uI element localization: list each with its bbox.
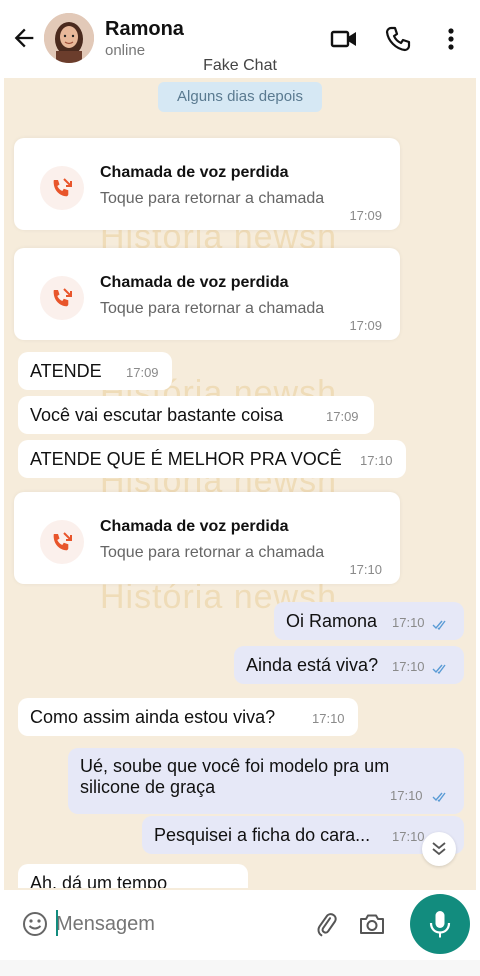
missed-call-subtitle: Toque para retornar a chamada: [100, 544, 325, 561]
double-check-icon: [432, 664, 446, 674]
emoji-icon[interactable]: [22, 911, 48, 937]
text-caret: [56, 910, 58, 936]
message-text: Ainda está viva?: [246, 655, 379, 675]
message-bubble-incoming[interactable]: Você vai escutar bastante coisa 17:09: [18, 396, 374, 434]
message-time: 17:09: [349, 318, 382, 333]
message-text: Você vai escutar bastante coisa: [30, 405, 284, 425]
message-time: 17:10: [360, 453, 393, 468]
missed-call-title: Chamada de voz perdida: [100, 518, 289, 535]
voice-message-button[interactable]: [410, 894, 470, 954]
day-separator: Alguns dias depois: [158, 82, 322, 112]
arrow-left-icon[interactable]: [10, 24, 38, 52]
double-chevron-down-icon: [432, 842, 446, 856]
message-bubble-incoming-partial[interactable]: Ah, dá um tempo: [18, 864, 248, 888]
more-vert-icon[interactable]: [436, 24, 466, 54]
message-text: Ué, soube que você foi modelo pra um: [80, 756, 390, 776]
message-bubble-incoming[interactable]: ATENDE 17:09: [18, 352, 172, 390]
missed-call-title: Chamada de voz perdida: [100, 274, 289, 291]
message-text: ATENDE QUE É MELHOR PRA VOCÊ: [30, 449, 342, 469]
double-check-icon: [432, 620, 446, 630]
message-text: ATENDE: [30, 361, 102, 381]
missed-call-subtitle: Toque para retornar a chamada: [100, 190, 325, 207]
message-time: 17:09: [349, 208, 382, 223]
message-time: 17:10: [349, 562, 382, 577]
double-check-icon: [432, 792, 446, 802]
avatar-photo: [44, 13, 94, 63]
voice-call-icon[interactable]: [383, 24, 413, 54]
missed-call-badge: [40, 520, 84, 564]
missed-call-icon: [53, 288, 72, 307]
message-bubble-outgoing[interactable]: Pesquisei a ficha do cara... 17:10: [142, 816, 464, 854]
missed-call-badge: [40, 166, 84, 210]
message-input[interactable]: [56, 910, 306, 938]
message-composer: [10, 896, 404, 952]
missed-call-icon: [53, 532, 72, 551]
message-bubble-incoming[interactable]: Como assim ainda estou viva? 17:10: [18, 698, 358, 736]
message-text: Oi Ramona: [286, 611, 378, 631]
missed-call-card[interactable]: Chamada de voz perdida Toque para retorn…: [14, 492, 400, 584]
message-bubble-outgoing[interactable]: Oi Ramona 17:10: [274, 602, 464, 640]
message-time: 17:10: [390, 788, 423, 803]
message-text: Ah, dá um tempo: [30, 873, 168, 888]
message-text: Como assim ainda estou viva?: [30, 707, 276, 727]
system-nav-bar: [0, 960, 480, 976]
message-text: Pesquisei a ficha do cara...: [154, 825, 371, 845]
contact-name[interactable]: Ramona: [105, 18, 184, 41]
paperclip-icon[interactable]: [312, 910, 340, 938]
message-bubble-outgoing[interactable]: Ainda está viva? 17:10: [234, 646, 464, 684]
camera-icon[interactable]: [358, 910, 386, 938]
scroll-to-bottom-button[interactable]: [422, 832, 456, 866]
message-bubble-incoming[interactable]: ATENDE QUE É MELHOR PRA VOCÊ 17:10: [18, 440, 406, 478]
message-time: 17:10: [392, 829, 425, 844]
missed-call-title: Chamada de voz perdida: [100, 164, 289, 181]
message-time: 17:09: [126, 365, 159, 380]
missed-call-icon: [53, 178, 72, 197]
message-time: 17:10: [392, 615, 425, 630]
message-bubble-incoming: Ah, dá um tempo: [18, 864, 248, 888]
message-bubble-outgoing[interactable]: Ué, soube que você foi modelo pra um sil…: [68, 748, 464, 814]
video-call-icon[interactable]: [329, 24, 359, 54]
missed-call-badge: [40, 276, 84, 320]
avatar[interactable]: [44, 13, 94, 63]
app-watermark-title: Fake Chat: [203, 57, 277, 74]
missed-call-subtitle: Toque para retornar a chamada: [100, 300, 325, 317]
missed-call-card[interactable]: Chamada de voz perdida Toque para retorn…: [14, 138, 400, 230]
message-time: 17:09: [326, 409, 359, 424]
message-time: 17:10: [392, 659, 425, 674]
message-time: 17:10: [312, 711, 345, 726]
missed-call-card[interactable]: Chamada de voz perdida Toque para retorn…: [14, 248, 400, 340]
microphone-icon: [429, 911, 451, 938]
